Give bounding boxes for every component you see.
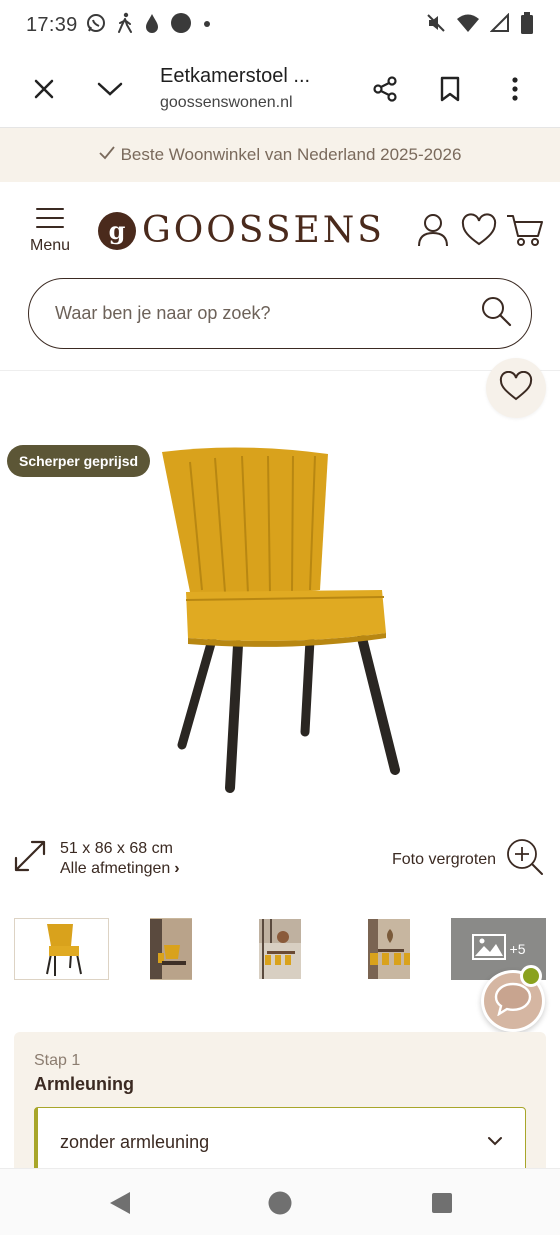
drop-icon — [144, 12, 160, 39]
chevron-right-icon: › — [174, 859, 180, 877]
system-nav-bar — [0, 1168, 560, 1235]
configurator-step: Stap 1 Armleuning zonder armleuning — [14, 1032, 546, 1182]
favorite-button[interactable] — [486, 358, 546, 418]
price-badge: Scherper geprijsd — [7, 445, 151, 477]
chat-online-indicator — [520, 965, 542, 987]
dimensions-info: 51 x 86 x 68 cm Alle afmetingen › — [12, 838, 180, 879]
menu-button[interactable]: Menu — [24, 206, 76, 255]
step-title: Armleuning — [34, 1074, 135, 1094]
zoom-photo-button[interactable]: Foto vergroten — [392, 838, 544, 881]
more-photos-count: +5 — [509, 941, 526, 957]
chevron-down-icon[interactable] — [90, 69, 130, 109]
heart-icon — [499, 370, 533, 406]
gallery-icon — [471, 933, 506, 965]
bookmark-icon[interactable] — [430, 69, 470, 109]
search-placeholder: Waar ben je naar op zoek? — [55, 303, 271, 323]
walking-icon — [116, 12, 134, 39]
page-title: Eetkamerstoel ... — [160, 65, 311, 87]
all-dimensions-link[interactable]: Alle afmetingen › — [60, 860, 180, 878]
product-image[interactable] — [150, 440, 410, 800]
page-url: goossenswonen.nl — [160, 94, 293, 111]
more-options-icon[interactable] — [495, 69, 535, 109]
account-icon[interactable] — [414, 210, 452, 250]
page-title-block: Eetkamerstoel ... goossenswonen.nl — [160, 65, 340, 112]
hamburger-icon — [35, 206, 65, 235]
goossens-logo[interactable]: g GOOSSENS — [98, 210, 385, 251]
signal-icon — [489, 12, 510, 38]
thumbnail-3[interactable] — [259, 918, 301, 980]
browser-toolbar: Eetkamerstoel ... goossenswonen.nl — [0, 50, 560, 128]
battery-icon — [520, 11, 534, 39]
thumbnail-1[interactable] — [14, 918, 109, 980]
search-icon[interactable] — [479, 294, 513, 333]
cart-icon[interactable] — [506, 210, 544, 250]
site-header: Menu g GOOSSENS — [0, 182, 560, 274]
wifi-icon — [456, 13, 480, 38]
zoom-in-icon — [506, 838, 544, 881]
share-icon[interactable] — [365, 69, 405, 109]
status-time: 17:39 — [26, 13, 78, 36]
promo-banner: Beste Woonwinkel van Nederland 2025-2026 — [0, 128, 560, 182]
whatsapp-icon — [86, 13, 106, 38]
thumbnail-4[interactable] — [368, 918, 410, 980]
menu-label: Menu — [29, 237, 71, 254]
header-divider — [0, 370, 560, 371]
status-bar: 17:39 — [0, 0, 560, 50]
thumbnail-strip: +5 — [14, 918, 554, 982]
zoom-photo-label: Foto vergroten — [392, 850, 497, 868]
circle-icon — [170, 12, 192, 39]
logo-text: GOOSSENS — [142, 210, 385, 251]
armrest-select-value: zonder armleuning — [60, 1131, 210, 1152]
step-label: Stap 1 — [34, 1052, 81, 1069]
resize-arrow-icon — [12, 838, 48, 879]
close-icon[interactable] — [24, 69, 64, 109]
search-field[interactable]: Waar ben je naar op zoek? — [28, 278, 532, 349]
wishlist-heart-icon[interactable] — [460, 210, 498, 250]
back-icon[interactable] — [106, 1189, 134, 1217]
armrest-select[interactable]: zonder armleuning — [34, 1107, 526, 1177]
mute-icon — [426, 13, 446, 38]
chevron-down-icon — [487, 1133, 503, 1151]
dot-icon — [202, 16, 212, 34]
logo-mark: g — [98, 211, 136, 250]
dimensions-text: 51 x 86 x 68 cm — [60, 839, 173, 857]
check-icon — [98, 145, 115, 165]
home-icon[interactable] — [266, 1189, 294, 1217]
recents-icon[interactable] — [428, 1189, 456, 1217]
thumbnail-2[interactable] — [150, 918, 192, 980]
chat-bubble-icon — [494, 982, 532, 1021]
all-dimensions-label: Alle afmetingen — [60, 859, 171, 877]
promo-text: Beste Woonwinkel van Nederland 2025-2026 — [120, 145, 462, 164]
